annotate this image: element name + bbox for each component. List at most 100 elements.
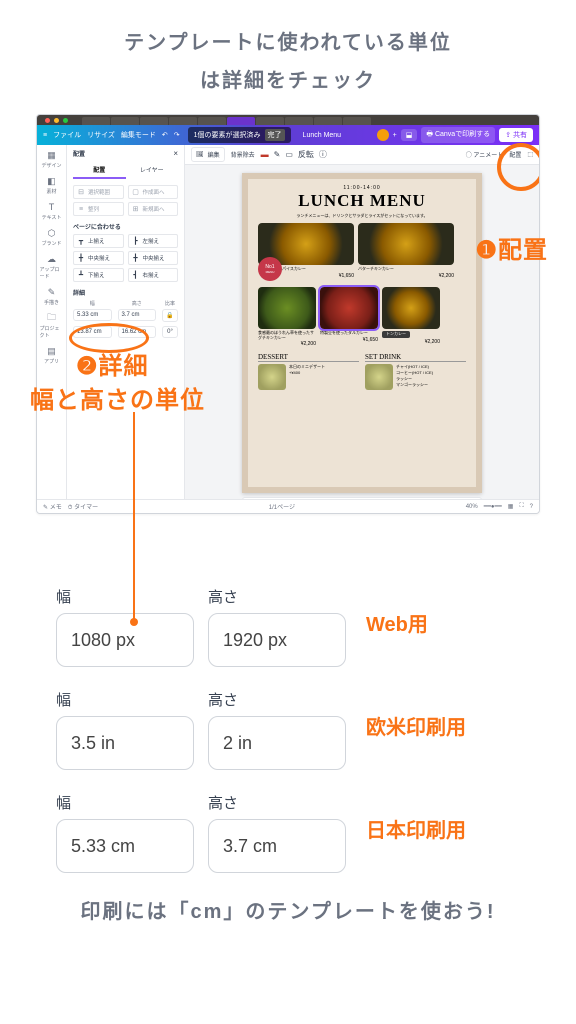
opt-label: 選択範囲 — [88, 188, 110, 196]
dish-name-4: 特製豆を使ったダルカレー — [320, 331, 378, 336]
edit-image-button[interactable]: 🖼編集 — [191, 147, 225, 162]
rail-elements[interactable]: ◧素材 — [40, 175, 64, 195]
dessert-title: DESSERT — [258, 353, 359, 362]
browser-tab[interactable] — [256, 117, 284, 125]
dish-photo-4-selected[interactable] — [320, 287, 378, 329]
x-input[interactable]: 13.87 cm — [73, 326, 112, 338]
menu-edit[interactable]: 編集モード — [121, 130, 156, 140]
frame-icon[interactable]: ▭ — [285, 150, 293, 159]
label: タイマー — [74, 505, 98, 511]
panel-title: 配置 — [73, 149, 85, 158]
fullscreen-icon[interactable]: ⛶ — [519, 503, 523, 510]
window-chrome — [37, 115, 539, 125]
left-rail: ▦デザイン ◧素材 Tテキスト ⬡ブランド ☁アップロード ✎手描き 🗀プロジェ… — [37, 145, 67, 499]
rail-draw[interactable]: ✎手描き — [40, 286, 64, 306]
grid-view-icon[interactable]: ▦ — [508, 503, 514, 510]
avatar[interactable] — [377, 129, 389, 141]
menu-resize[interactable]: リサイズ — [87, 130, 115, 140]
bgremove-button[interactable]: 背景除去 — [231, 150, 255, 159]
done-button[interactable]: 完了 — [265, 129, 285, 141]
align-bottom[interactable]: ┻下揃え — [73, 268, 124, 282]
align-right[interactable]: ┫右揃え — [128, 268, 179, 282]
browser-tab[interactable] — [198, 117, 226, 125]
align-hcenter[interactable]: ╋中央揃え — [128, 251, 179, 265]
traffic-close[interactable] — [45, 118, 50, 123]
add-page-button[interactable]: + ページを追加 — [242, 497, 482, 499]
filter-icon[interactable]: ✎ — [274, 150, 281, 159]
rotation-input[interactable]: 0° — [162, 326, 178, 338]
share-label: 共有 — [513, 132, 527, 139]
rail-upload[interactable]: ☁アップロード — [40, 253, 64, 280]
height-input[interactable]: 3.7 cm — [118, 309, 157, 321]
editor-footer: ✎ メモ ⏱ タイマー 1/1ページ 40% ━━●━━ ▦ ⛶ ? — [37, 499, 539, 513]
crop-icon[interactable]: ▬ — [261, 150, 269, 159]
browser-tab[interactable] — [285, 117, 313, 125]
menu-file[interactable]: ファイル — [53, 130, 81, 140]
unit-row-web: 幅 1080 px 高さ 1920 px Web用 — [56, 586, 528, 667]
rail-projects[interactable]: 🗀プロジェクト — [40, 312, 64, 339]
traffic-minimize[interactable] — [54, 118, 59, 123]
width-value-inch: 3.5 in — [56, 716, 194, 770]
unit-tag-web: Web用 — [366, 608, 428, 637]
align-vcenter[interactable]: ╋中央揃え — [73, 251, 124, 265]
rail-brand[interactable]: ⬡ブランド — [40, 227, 64, 247]
design-page[interactable]: 11:00-14:00 LUNCH MENU ランチメニューは、ドリンクとサラダ… — [242, 173, 482, 493]
align-icon: ⊟ — [77, 188, 85, 196]
opt-label: 新規面へ — [143, 205, 165, 213]
animate-button[interactable]: ◯ アニメート — [466, 150, 504, 159]
info-icon[interactable]: ⓘ — [319, 149, 327, 160]
timer-button[interactable]: ⏱ タイマー — [68, 502, 98, 512]
zoom-level[interactable]: 40% — [466, 504, 478, 510]
share-button[interactable]: ⇪ 共有 — [499, 128, 533, 142]
lock-ratio[interactable]: 🔒 — [162, 309, 178, 322]
dessert-photo[interactable] — [258, 364, 286, 390]
dish-photo-5[interactable] — [382, 287, 440, 329]
rail-apps[interactable]: ▤アプリ — [40, 345, 64, 365]
status-text: 1個の要素が選択済み — [194, 130, 261, 140]
align-left[interactable]: ┣左揃え — [128, 234, 179, 248]
hamburger-icon[interactable]: ≡ — [43, 132, 47, 139]
browser-tab-active[interactable] — [227, 117, 255, 125]
browser-tab[interactable] — [343, 117, 371, 125]
y-input[interactable]: 16.62 cm — [118, 326, 157, 338]
browser-tab[interactable] — [169, 117, 197, 125]
new-page[interactable]: ⊞新規面へ — [128, 202, 179, 216]
browser-tab[interactable] — [314, 117, 342, 125]
undo-icon[interactable]: ↶ — [162, 131, 168, 139]
height-value-cm: 3.7 cm — [208, 819, 346, 873]
doc-title[interactable]: Lunch Menu — [303, 132, 342, 139]
browser-tab[interactable] — [140, 117, 168, 125]
tab-arrange[interactable]: 配置 — [73, 162, 126, 179]
align-to-page[interactable]: ▢作成面へ — [128, 185, 179, 199]
traffic-zoom[interactable] — [63, 118, 68, 123]
rail-text[interactable]: Tテキスト — [40, 201, 64, 221]
dish-photo-2[interactable] — [358, 223, 454, 265]
rail-design[interactable]: ▦デザイン — [40, 149, 64, 169]
dish-price-3: ¥2,200 — [258, 341, 316, 347]
plus-icon[interactable]: + — [393, 132, 397, 139]
browser-tab[interactable] — [82, 117, 110, 125]
height-value-inch: 2 in — [208, 716, 346, 770]
folder-icon: 🗀 — [46, 312, 58, 324]
opt-label: 作成面へ — [143, 188, 165, 196]
zoom-slider[interactable]: ━━●━━ — [484, 503, 502, 510]
position-button[interactable]: 配置 — [509, 150, 521, 159]
align-top[interactable]: ┳上揃え — [73, 234, 124, 248]
width-input[interactable]: 5.33 cm — [73, 309, 112, 321]
canvas-viewport[interactable]: 11:00-14:00 LUNCH MENU ランチメニューは、ドリンクとサラダ… — [185, 165, 539, 499]
close-icon[interactable]: × — [173, 149, 178, 158]
dish-photo-3[interactable] — [258, 287, 316, 329]
rail-label: 手描き — [44, 299, 59, 306]
browser-tab[interactable] — [111, 117, 139, 125]
help-icon[interactable]: ? — [530, 504, 533, 510]
drink-photo[interactable] — [365, 364, 393, 390]
tab-layer[interactable]: レイヤー — [126, 162, 179, 179]
print-button[interactable]: 🖶 Canvaで印刷する — [421, 127, 495, 143]
ratio-label: 比率 — [162, 300, 178, 307]
redo-icon[interactable]: ↷ — [174, 131, 180, 139]
memo-button[interactable]: ✎ メモ — [43, 502, 62, 511]
flip-button[interactable]: 反転 — [298, 149, 314, 160]
transparency-icon[interactable]: ⬚ — [527, 151, 533, 158]
analytics-icon[interactable]: ⬓ — [401, 129, 418, 141]
opt-label: 左揃え — [143, 237, 160, 245]
